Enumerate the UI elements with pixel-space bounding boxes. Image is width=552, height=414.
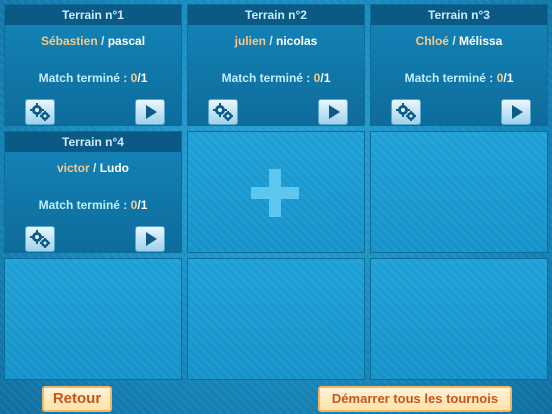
empty-court-slot [370, 258, 548, 380]
status-label: Match terminé : [38, 198, 128, 212]
play-icon [512, 105, 523, 119]
settings-button[interactable] [25, 99, 55, 125]
players-separator: / [101, 34, 105, 48]
gear-icon [213, 103, 233, 121]
player-1: julien [234, 34, 266, 48]
play-icon [146, 232, 157, 246]
player-2: Ludo [99, 161, 130, 175]
empty-court-slot [370, 131, 548, 253]
player-1: victor [56, 161, 90, 175]
court-players: Sébastien / pascal [5, 34, 181, 48]
player-2: pascal [107, 34, 146, 48]
court-title: Terrain n°2 [188, 5, 364, 25]
play-button[interactable] [135, 99, 165, 125]
play-button[interactable] [501, 99, 531, 125]
back-button[interactable]: Retour [42, 386, 112, 412]
matches-total: 1 [506, 71, 514, 85]
match-status: Match terminé : 0/1 [5, 71, 181, 85]
court-players: Chloé / Mélissa [371, 34, 547, 48]
court-card-4: Terrain n°4 victor / Ludo Match terminé … [4, 131, 182, 253]
player-1: Sébastien [40, 34, 98, 48]
play-icon [146, 105, 157, 119]
start-all-tournaments-button[interactable]: Démarrer tous les tournois [318, 386, 512, 412]
court-title: Terrain n°3 [371, 5, 547, 25]
play-button[interactable] [135, 226, 165, 252]
gear-icon [30, 103, 50, 121]
gear-icon [396, 103, 416, 121]
player-1: Chloé [415, 34, 449, 48]
gear-icon [30, 230, 50, 248]
court-players: julien / nicolas [188, 34, 364, 48]
players-separator: / [452, 34, 456, 48]
match-status: Match terminé : 0/1 [188, 71, 364, 85]
player-2: nicolas [276, 34, 318, 48]
settings-button[interactable] [391, 99, 421, 125]
court-title: Terrain n°1 [5, 5, 181, 25]
match-status: Match terminé : 0/1 [5, 198, 181, 212]
status-label: Match terminé : [404, 71, 494, 85]
courts-grid: Terrain n°1 Sébastien / pascal Match ter… [4, 4, 548, 380]
court-card-1: Terrain n°1 Sébastien / pascal Match ter… [4, 4, 182, 126]
matches-total: 1 [140, 198, 148, 212]
status-label: Match terminé : [221, 71, 311, 85]
add-court-slot[interactable] [187, 131, 365, 253]
match-status: Match terminé : 0/1 [371, 71, 547, 85]
player-2: Mélissa [459, 34, 503, 48]
court-title: Terrain n°4 [5, 132, 181, 152]
court-card-3: Terrain n°3 Chloé / Mélissa Match termin… [370, 4, 548, 126]
court-players: victor / Ludo [5, 161, 181, 175]
matches-total: 1 [323, 71, 331, 85]
matches-total: 1 [140, 71, 148, 85]
players-separator: / [93, 161, 97, 175]
empty-court-slot [187, 258, 365, 380]
status-label: Match terminé : [38, 71, 128, 85]
play-button[interactable] [318, 99, 348, 125]
players-separator: / [269, 34, 273, 48]
settings-button[interactable] [25, 226, 55, 252]
empty-court-slot [4, 258, 182, 380]
settings-button[interactable] [208, 99, 238, 125]
court-card-2: Terrain n°2 julien / nicolas Match termi… [187, 4, 365, 126]
play-icon [329, 105, 340, 119]
plus-icon [251, 169, 299, 217]
